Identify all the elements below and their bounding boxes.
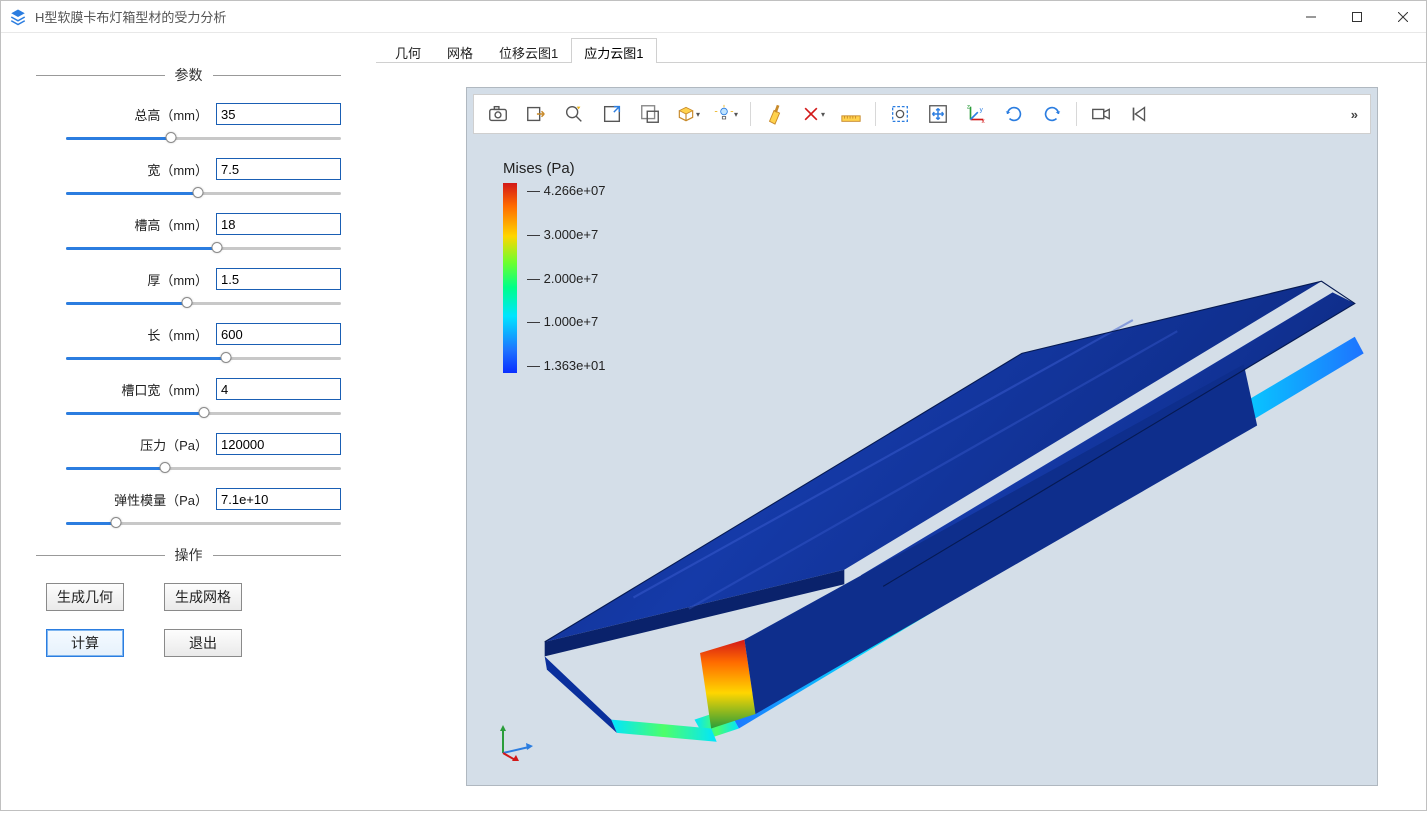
clear-icon[interactable] [757,98,793,130]
toolbar-more-icon[interactable]: » [1345,107,1364,122]
param-slider[interactable] [66,458,341,478]
transparency-icon[interactable]: ▾ [670,98,706,130]
measure-icon[interactable] [833,98,869,130]
tab-stress-1[interactable]: 应力云图1 [571,38,656,63]
main-area: 几何 网格 位移云图1 应力云图1 ▾ ▾ ▾ [376,33,1426,810]
maximize-button[interactable] [1334,1,1380,33]
param-slider[interactable] [66,238,341,258]
param-row: 厚（mm） [36,268,341,313]
viewer-toolbar: ▾ ▾ ▾ z yx » [473,94,1371,134]
marquee-icon[interactable] [882,98,918,130]
param-input-pressure[interactable] [216,433,341,455]
param-label: 宽（mm） [147,160,208,179]
param-slider[interactable] [66,183,341,203]
toolbar-separator [750,102,751,126]
generate-mesh-button[interactable]: 生成网格 [164,583,242,611]
legend-tick: 4.266e+07 [527,183,605,198]
camera-icon[interactable] [480,98,516,130]
rotate-ccw-icon[interactable] [1034,98,1070,130]
param-slider[interactable] [66,128,341,148]
svg-text:x: x [982,118,986,125]
param-label: 厚（mm） [147,270,208,289]
rotate-cw-icon[interactable] [996,98,1032,130]
svg-text:z: z [967,104,970,111]
titlebar: H型软膜卡布灯箱型材的受力分析 [1,1,1426,33]
param-row: 长（mm） [36,323,341,368]
section-label: 参数 [165,65,213,85]
tabs: 几何 网格 位移云图1 应力云图1 [376,37,1426,63]
fea-model-view [467,198,1377,819]
param-row: 弹性模量（Pa） [36,488,341,533]
tab-mesh[interactable]: 网格 [434,38,486,63]
param-row: 槽高（mm） [36,213,341,258]
viewer[interactable]: ▾ ▾ ▾ z yx » [466,87,1378,786]
axes-icon[interactable]: z yx [958,98,994,130]
section-header-params: 参数 [36,65,341,85]
compute-button[interactable]: 计算 [46,629,124,657]
param-input-total-height[interactable] [216,103,341,125]
param-input-width[interactable] [216,158,341,180]
app-icon [9,8,27,26]
param-input-slot-height[interactable] [216,213,341,235]
param-slider[interactable] [66,293,341,313]
delete-icon[interactable]: ▾ [795,98,831,130]
section-label: 操作 [165,545,213,565]
legend-title: Mises (Pa) [503,160,605,177]
section-header-ops: 操作 [36,545,341,565]
window-title: H型软膜卡布灯箱型材的受力分析 [35,7,226,26]
param-slider[interactable] [66,513,341,533]
fast-zoom-icon[interactable] [556,98,592,130]
fit-view-icon[interactable] [920,98,956,130]
param-input-elastic-modulus[interactable] [216,488,341,510]
sidebar: 参数 总高（mm） 宽（mm） 槽高（mm） [1,33,376,810]
zoom-box-icon[interactable] [594,98,630,130]
param-row: 压力（Pa） [36,433,341,478]
param-slider[interactable] [66,348,341,368]
window-controls [1288,1,1426,33]
skip-start-icon[interactable] [1121,98,1157,130]
param-slider[interactable] [66,403,341,423]
param-label: 总高（mm） [134,105,208,124]
toolbar-separator [1076,102,1077,126]
param-label: 槽口宽（mm） [121,380,208,399]
param-label: 长（mm） [147,325,208,344]
svg-text:y: y [980,106,984,113]
param-row: 宽（mm） [36,158,341,203]
tab-displacement-1[interactable]: 位移云图1 [486,38,571,63]
param-label: 槽高（mm） [134,215,208,234]
video-camera-icon[interactable] [1083,98,1119,130]
param-input-length[interactable] [216,323,341,345]
param-label: 弹性模量（Pa） [114,490,208,509]
orientation-triad-icon [495,721,535,761]
select-box-icon[interactable] [632,98,668,130]
tab-geometry[interactable]: 几何 [382,38,434,63]
toolbar-separator [875,102,876,126]
light-icon[interactable]: ▾ [708,98,744,130]
param-row: 槽口宽（mm） [36,378,341,423]
param-input-thickness[interactable] [216,268,341,290]
exit-button[interactable]: 退出 [164,629,242,657]
minimize-button[interactable] [1288,1,1334,33]
close-button[interactable] [1380,1,1426,33]
param-label: 压力（Pa） [140,435,208,454]
export-icon[interactable] [518,98,554,130]
param-input-slot-width[interactable] [216,378,341,400]
param-row: 总高（mm） [36,103,341,148]
generate-geometry-button[interactable]: 生成几何 [46,583,124,611]
